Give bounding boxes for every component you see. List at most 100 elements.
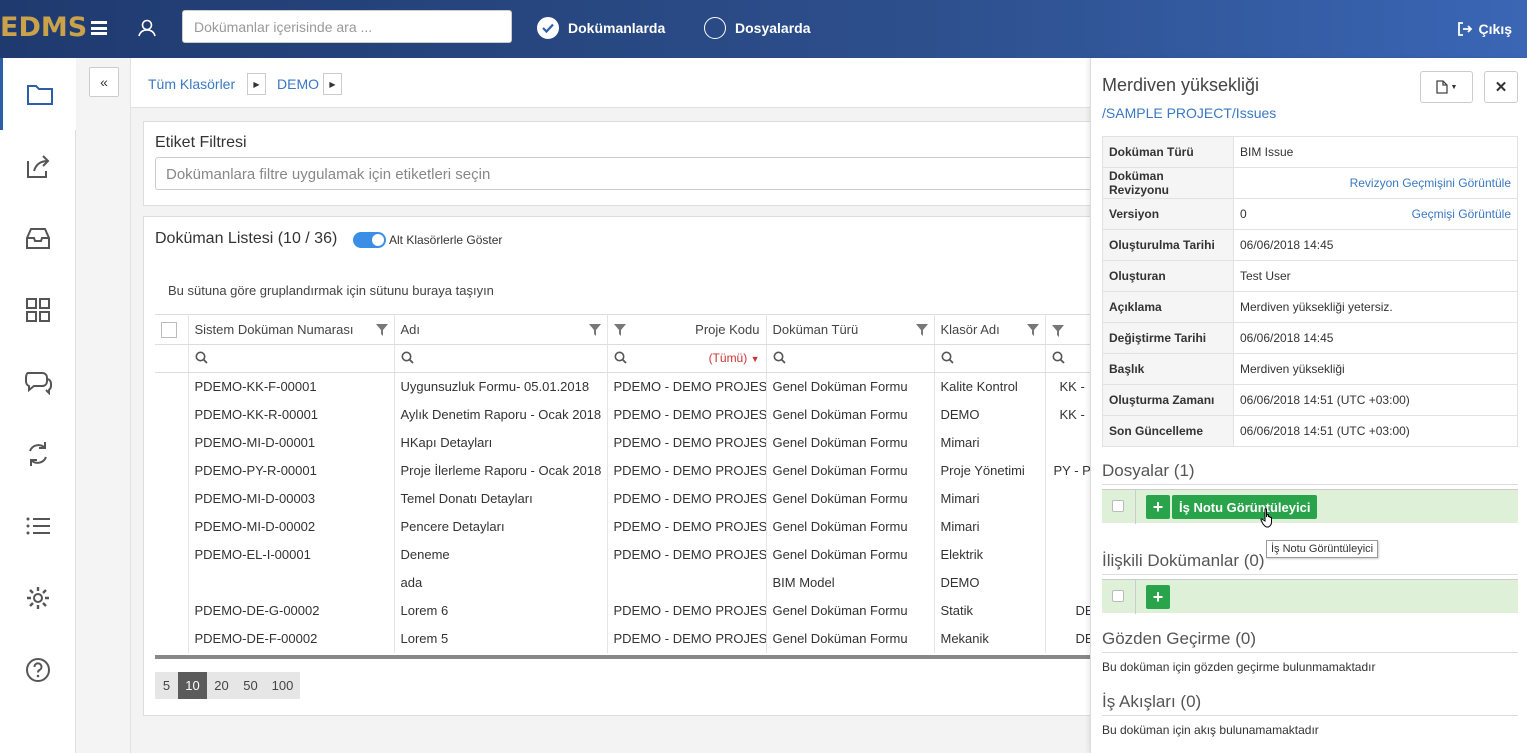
- close-button[interactable]: ✕: [1484, 71, 1518, 103]
- document-actions-button[interactable]: ▼: [1420, 71, 1473, 103]
- property-row: Değiştirme Tarihi 06/06/2018 14:45: [1102, 322, 1518, 354]
- nav-help[interactable]: [0, 634, 76, 706]
- nav-messages[interactable]: [0, 346, 76, 418]
- filter-icon[interactable]: [915, 324, 928, 336]
- table-row[interactable]: PDEMO-MI-D-00002 Pencere Detayları PDEMO -…: [155, 512, 1166, 541]
- workflow-section-title: İş Akışları (0): [1102, 692, 1202, 711]
- column-header[interactable]: Proje Kodu: [607, 314, 767, 345]
- table-row[interactable]: PDEMO-EL-I-00001 Deneme PDEMO - DEMO PROJE…: [155, 540, 1166, 569]
- table-cell: Aylık Denetim Raporu - Ocak 2018: [394, 400, 608, 429]
- table-cell: Genel Doküman Formu: [766, 428, 935, 457]
- horizontal-scrollbar[interactable]: [155, 655, 1100, 659]
- page-size-option[interactable]: 20: [207, 672, 236, 699]
- nav-inbox[interactable]: [0, 202, 76, 274]
- table-cell: PDEMO - DEMO PROJESİ: [607, 456, 767, 485]
- property-key: Doküman Türü: [1102, 136, 1234, 168]
- nav-share[interactable]: [0, 130, 76, 202]
- column-header-label: Sistem Doküman Numarası: [194, 322, 354, 337]
- select-all-cell[interactable]: [155, 314, 189, 345]
- table-row[interactable]: PDEMO-MI-D-00001 HKapı Detayları PDEMO - D…: [155, 428, 1166, 457]
- breadcrumb-item-demo[interactable]: DEMO: [277, 76, 319, 92]
- column-header[interactable]: Adı: [394, 314, 608, 345]
- page-size-option[interactable]: 100: [265, 672, 300, 699]
- related-checkbox[interactable]: [1112, 590, 1124, 602]
- table-cell: PDEMO-MI-D-00001: [188, 428, 395, 457]
- nav-dashboard[interactable]: [0, 274, 76, 346]
- table-row[interactable]: ada BIM Model DEMO: [155, 568, 1166, 597]
- filter-icon[interactable]: [1051, 324, 1064, 337]
- property-key: Oluşturma Zamanı: [1102, 384, 1234, 416]
- page-size-option[interactable]: 50: [236, 672, 265, 699]
- table-cell: Kalite Kontrol: [934, 372, 1046, 401]
- logout-button[interactable]: Çıkış: [1457, 21, 1512, 37]
- project-code-filter-select[interactable]: (Tümü) ▼: [607, 344, 767, 373]
- project-code-filter-value: (Tümü): [708, 350, 748, 365]
- nav-settings[interactable]: [0, 562, 76, 634]
- column-filter-input[interactable]: [766, 344, 935, 373]
- table-row[interactable]: PDEMO-KK-R-00001 Aylık Denetim Raporu - O…: [155, 400, 1166, 429]
- property-key: Değiştirme Tarihi: [1102, 322, 1234, 354]
- menu-icon[interactable]: [91, 21, 107, 35]
- table-cell: HKapı Detayları: [394, 428, 608, 457]
- caret-right-icon[interactable]: ▶: [247, 73, 266, 95]
- table-row[interactable]: PDEMO-PY-R-00001 Proje İlerleme Raporu - …: [155, 456, 1166, 485]
- table-row[interactable]: PDEMO-DE-F-00002 Lorem 5 PDEMO - DEMO PROJ…: [155, 624, 1166, 653]
- table-row[interactable]: PDEMO-DE-G-00002 Lorem 6 PDEMO - DEMO PROJ…: [155, 596, 1166, 625]
- column-filter-input[interactable]: [934, 344, 1046, 373]
- table-cell: PDEMO-KK-R-00001: [188, 400, 395, 429]
- property-row: Oluşturma Zamanı 06/06/2018 14:51 (UTC +0…: [1102, 384, 1518, 416]
- filter-icon[interactable]: [588, 324, 601, 336]
- select-all-checkbox[interactable]: [161, 321, 177, 338]
- breadcrumb-item-all-folders[interactable]: Tüm Klasörler: [148, 76, 235, 92]
- property-link[interactable]: Geçmişi Görüntüle: [1412, 207, 1511, 221]
- tag-filter-input[interactable]: Dokümanlara filtre uygulamak için etiket…: [155, 157, 1115, 190]
- table-cell: Genel Doküman Formu: [766, 624, 935, 653]
- folder-icon: [26, 85, 53, 105]
- document-path-link[interactable]: /SAMPLE PROJECT/Issues: [1102, 105, 1276, 121]
- app-logo[interactable]: EDMS: [0, 12, 87, 43]
- table-cell: Uygunsuzluk Formu- 05.01.2018: [394, 372, 608, 401]
- file-checkbox[interactable]: [1112, 500, 1124, 512]
- search-in-documents-radio[interactable]: Dokümanlarda: [537, 16, 665, 40]
- logout-label: Çıkış: [1478, 21, 1512, 37]
- file-viewer-button[interactable]: İş Notu Görüntüleyici: [1172, 495, 1318, 519]
- filter-icon[interactable]: [375, 324, 388, 336]
- table-cell: Lorem 6: [394, 596, 608, 625]
- property-key: Doküman Revizyonu: [1102, 167, 1234, 199]
- search-input[interactable]: Dokümanlar içerisinde ara ...: [182, 10, 512, 43]
- add-file-button[interactable]: +: [1146, 495, 1170, 519]
- column-filter-input[interactable]: [188, 344, 395, 373]
- nav-folders[interactable]: [0, 58, 76, 130]
- filter-icon[interactable]: [613, 324, 626, 336]
- user-icon[interactable]: [137, 18, 157, 38]
- property-value-cell: 06/06/2018 14:45: [1233, 229, 1518, 261]
- column-header[interactable]: Sistem Doküman Numarası: [188, 314, 395, 345]
- property-value: Merdiven yüksekliği yetersiz.: [1240, 300, 1393, 314]
- table-row[interactable]: PDEMO-MI-D-00003 Temel Donatı Detayları PD…: [155, 484, 1166, 513]
- column-header[interactable]: Doküman Türü: [766, 314, 935, 345]
- add-related-document-button[interactable]: +: [1146, 585, 1170, 609]
- property-value: 06/06/2018 14:45: [1240, 238, 1334, 252]
- property-row: Oluşturulma Tarihi 06/06/2018 14:45: [1102, 229, 1518, 261]
- column-header[interactable]: Klasör Adı: [934, 314, 1046, 345]
- nav-list[interactable]: [0, 490, 76, 562]
- collapse-panel-button[interactable]: «: [89, 67, 119, 97]
- nav-sync[interactable]: [0, 418, 76, 490]
- filter-icon[interactable]: [1026, 324, 1039, 336]
- page-size-option-selected[interactable]: 10: [178, 672, 207, 699]
- related-documents-row: +: [1102, 579, 1518, 614]
- document-list-title: Doküman Listesi (10 / 36): [155, 230, 338, 247]
- caret-right-icon[interactable]: ▶: [323, 73, 342, 95]
- page-size-option[interactable]: 5: [155, 672, 178, 699]
- table-cell: DEMO: [934, 400, 1046, 429]
- tag-filter-title: Etiket Filtresi: [155, 134, 247, 151]
- grid-filter-row: (Tümü) ▼: [155, 344, 1166, 373]
- table-cell: PDEMO-MI-D-00002: [188, 512, 395, 541]
- column-filter-input[interactable]: [394, 344, 608, 373]
- search-in-files-radio[interactable]: Dosyalarda: [704, 16, 810, 40]
- table-row[interactable]: PDEMO-KK-F-00001 Uygunsuzluk Formu- 05.01…: [155, 372, 1166, 401]
- subfolders-toggle[interactable]: [353, 232, 386, 248]
- table-cell: Genel Doküman Formu: [766, 596, 935, 625]
- group-drop-area[interactable]: Bu sütuna göre gruplandırmak için sütunu…: [168, 283, 494, 298]
- property-link[interactable]: Revizyon Geçmişini Görüntüle: [1350, 176, 1511, 190]
